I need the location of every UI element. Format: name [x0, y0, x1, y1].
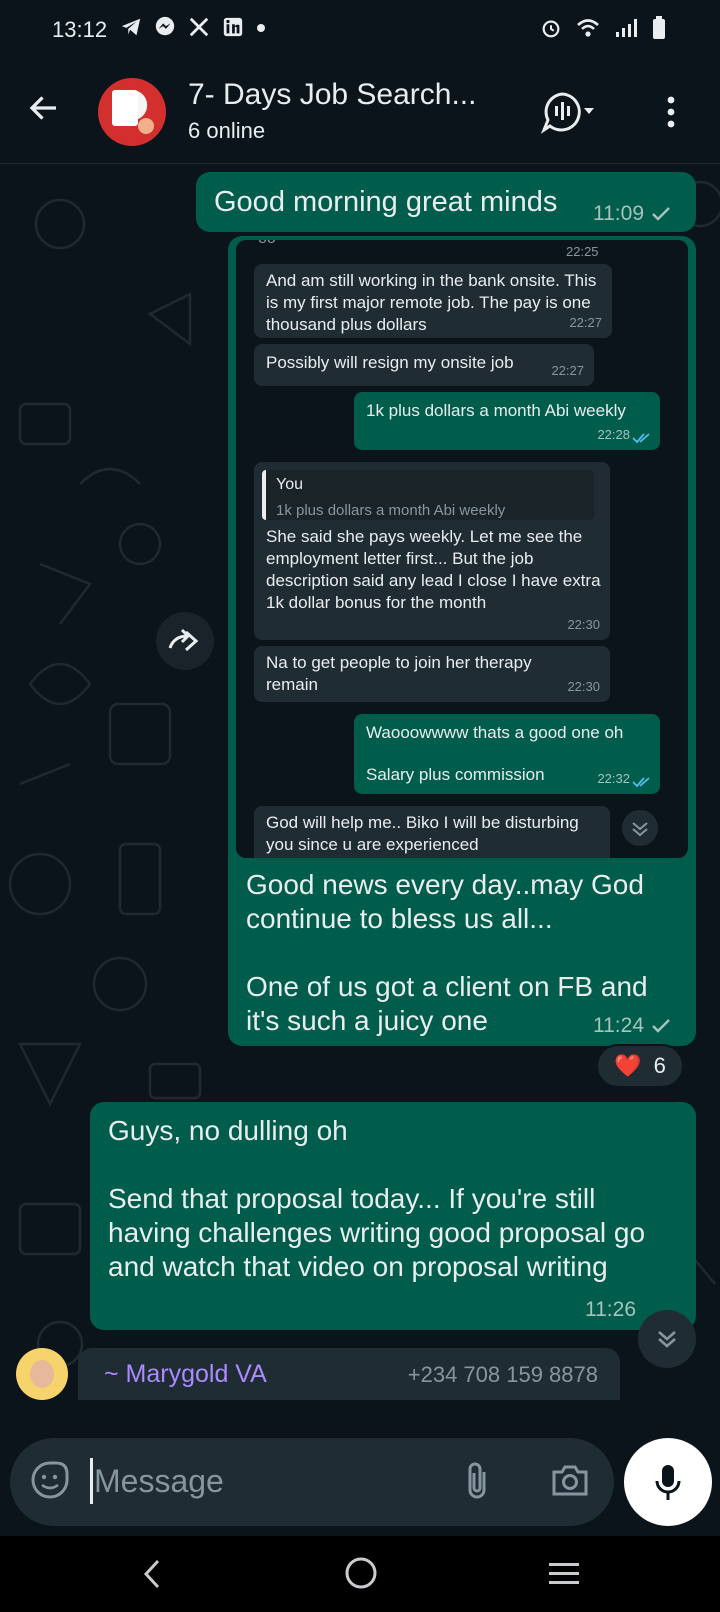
- mini-incoming: And am still working in the bank onsite.…: [254, 264, 612, 338]
- single-tick-icon: [652, 1019, 670, 1033]
- single-tick-icon: [652, 207, 670, 221]
- more-options-icon[interactable]: [666, 96, 676, 128]
- chat-header: 7- Days Job Search... 6 online: [0, 60, 720, 164]
- reaction-badge[interactable]: ❤️ 6: [596, 1044, 684, 1088]
- heart-icon: ❤️: [614, 1053, 642, 1078]
- message-meta: 11:24: [593, 1014, 672, 1038]
- voice-message-button[interactable]: [624, 1438, 712, 1526]
- mini-incoming: Na to get people to join her therapy rem…: [254, 646, 610, 702]
- sender-avatar[interactable]: [16, 1348, 68, 1400]
- message-meta: 11:26: [585, 1298, 636, 1322]
- linkedin-icon: [223, 17, 243, 37]
- mini-outgoing: 1k plus dollars a month Abi weekly 22:28: [354, 392, 660, 450]
- alarm-icon: [542, 20, 560, 38]
- text-cursor: [90, 1458, 93, 1504]
- message-input[interactable]: [94, 1456, 434, 1506]
- messenger-icon: [155, 16, 175, 36]
- message-input-container[interactable]: [10, 1438, 614, 1526]
- battery-icon: [653, 16, 665, 39]
- chat-area[interactable]: Good morning great minds 11:09 oo 22:25 …: [0, 164, 720, 1436]
- message-time: 11:26: [585, 1298, 636, 1321]
- back-arrow-icon[interactable]: [26, 90, 62, 126]
- mini-scroll-down-icon: [622, 810, 658, 846]
- message-time: 11:24: [593, 1014, 644, 1037]
- message-text: Guys, no dulling oh Send that proposal t…: [108, 1115, 646, 1282]
- message-composer: [0, 1436, 720, 1536]
- nav-recents-icon[interactable]: [548, 1560, 580, 1588]
- group-title[interactable]: 7- Days Job Search...: [188, 78, 476, 112]
- quoted-message: You 1k plus dollars a month Abi weekly: [262, 470, 594, 520]
- mini-outgoing: Waooowwww thats a good one oh Salary plu…: [354, 714, 660, 794]
- image-caption: Good news every day..may God continue to…: [246, 869, 648, 1036]
- camera-icon[interactable]: [550, 1462, 590, 1498]
- microphone-icon: [655, 1465, 681, 1500]
- signal-icon: [616, 19, 637, 37]
- sender-name[interactable]: ~ Marygold VA: [104, 1360, 267, 1389]
- group-avatar[interactable]: [98, 78, 166, 146]
- nav-home-icon[interactable]: [344, 1556, 378, 1590]
- forward-button[interactable]: [156, 612, 214, 670]
- attachment-icon[interactable]: [462, 1460, 492, 1502]
- mini-incoming-reply: You 1k plus dollars a month Abi weekly S…: [254, 462, 610, 640]
- read-tick-icon: [632, 433, 650, 444]
- nav-back-icon[interactable]: [140, 1558, 164, 1590]
- system-navigation-bar: [0, 1536, 720, 1612]
- message-time: 11:09: [593, 202, 644, 225]
- incoming-message[interactable]: ~ Marygold VA +234 708 159 8878: [78, 1348, 620, 1400]
- system-icons: [540, 16, 666, 40]
- status-bar: 13:12: [0, 0, 720, 60]
- online-count: 6 online: [188, 118, 266, 143]
- dot-icon: [257, 24, 265, 32]
- read-tick-icon: [632, 777, 650, 788]
- telegram-icon: [121, 18, 141, 36]
- status-time: 13:12: [52, 17, 108, 42]
- message-meta: 11:09: [593, 202, 672, 226]
- mini-incoming: God will help me.. Biko I will be distur…: [254, 806, 610, 858]
- x-icon: [189, 17, 209, 37]
- double-chevron-down-icon: [658, 1331, 676, 1348]
- mini-time: 22:25: [566, 244, 599, 259]
- outgoing-image-message[interactable]: oo 22:25 And am still working in the ban…: [228, 236, 696, 1046]
- sticker-emoji-icon[interactable]: [30, 1460, 70, 1500]
- message-text: Good morning great minds: [214, 186, 558, 218]
- scroll-to-bottom-button[interactable]: [638, 1310, 696, 1368]
- notification-icons: [120, 16, 266, 38]
- forward-icon: [168, 628, 199, 652]
- sender-phone: +234 708 159 8878: [407, 1362, 598, 1387]
- group-call-icon[interactable]: [540, 90, 604, 134]
- outgoing-message[interactable]: Good morning great minds 11:09: [196, 172, 696, 232]
- mini-incoming: Possibly will resign my onsite job 22:27: [254, 344, 594, 386]
- wifi-icon: [577, 19, 599, 37]
- screenshot-image[interactable]: oo 22:25 And am still working in the ban…: [236, 240, 688, 858]
- outgoing-message[interactable]: Guys, no dulling oh Send that proposal t…: [90, 1102, 696, 1330]
- reaction-count: 6: [653, 1053, 666, 1078]
